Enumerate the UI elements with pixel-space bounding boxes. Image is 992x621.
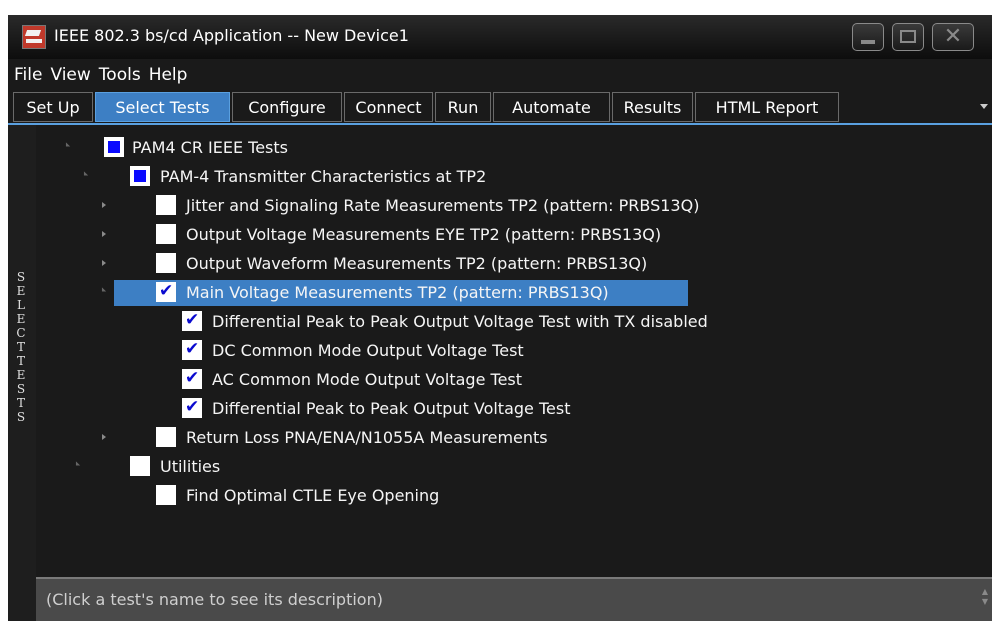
application-window: IEEE 802.3 bs/cd Application -- New Devi… bbox=[8, 15, 992, 621]
tree-item-diff-p2p-tx-disabled[interactable]: ✔ Differential Peak to Peak Output Volta… bbox=[36, 309, 956, 335]
app-logo-icon bbox=[22, 25, 46, 49]
checkmark-icon: ✔ bbox=[185, 310, 200, 330]
checkbox[interactable]: ✔ bbox=[182, 339, 202, 360]
checkbox[interactable] bbox=[156, 224, 176, 244]
tree-item-label: PAM4 CR IEEE Tests bbox=[132, 138, 288, 157]
tree-item-label: Utilities bbox=[160, 457, 221, 476]
tree-item-label: PAM-4 Transmitter Characteristics at TP2 bbox=[160, 167, 487, 186]
tree-item-dc-common-mode[interactable]: ✔ DC Common Mode Output Voltage Test bbox=[36, 338, 956, 364]
checkbox[interactable] bbox=[130, 456, 150, 476]
menu-tools[interactable]: Tools bbox=[99, 62, 141, 88]
menu-bar: File View Tools Help bbox=[8, 62, 992, 88]
expand-arrow-icon[interactable] bbox=[73, 461, 81, 468]
tree-item-pam4-cr-ieee-tests[interactable]: PAM4 CR IEEE Tests bbox=[36, 135, 956, 161]
collapse-arrow-icon[interactable] bbox=[102, 231, 106, 237]
checkbox[interactable]: ✔ bbox=[182, 397, 202, 418]
collapse-arrow-icon[interactable] bbox=[102, 202, 106, 208]
collapse-arrow-icon[interactable] bbox=[102, 260, 106, 266]
tab-automate[interactable]: Automate bbox=[493, 92, 610, 122]
checkbox[interactable] bbox=[156, 253, 176, 273]
tab-select-tests[interactable]: Select Tests bbox=[95, 92, 230, 122]
tree-item-label: Jitter and Signaling Rate Measurements T… bbox=[186, 196, 700, 215]
tab-bar: Set Up Select Tests Configure Connect Ru… bbox=[8, 90, 992, 123]
tree-item-diff-p2p[interactable]: ✔ Differential Peak to Peak Output Volta… bbox=[36, 396, 956, 422]
tree-item-label: Main Voltage Measurements TP2 (pattern: … bbox=[186, 283, 609, 302]
checkbox[interactable] bbox=[156, 195, 176, 215]
tree-item-label: Output Voltage Measurements EYE TP2 (pat… bbox=[186, 225, 662, 244]
minimize-icon bbox=[861, 40, 875, 44]
checkbox[interactable]: ✔ bbox=[182, 310, 202, 331]
maximize-button[interactable] bbox=[892, 23, 924, 51]
maximize-icon bbox=[900, 30, 916, 43]
collapse-arrow-icon[interactable] bbox=[102, 434, 106, 440]
window-title: IEEE 802.3 bs/cd Application -- New Devi… bbox=[54, 26, 409, 45]
side-panel-label: SELECT TESTS bbox=[16, 270, 29, 424]
description-scroll-arrows-icon[interactable]: ▲ ▼ bbox=[982, 587, 988, 607]
tree-item-label: AC Common Mode Output Voltage Test bbox=[212, 370, 523, 389]
tree-item-label: DC Common Mode Output Voltage Test bbox=[212, 341, 524, 360]
checkbox[interactable]: ✔ bbox=[156, 281, 176, 302]
expand-arrow-icon[interactable] bbox=[63, 142, 71, 149]
checkbox[interactable] bbox=[104, 137, 124, 157]
tree-item-jitter[interactable]: Jitter and Signaling Rate Measurements T… bbox=[36, 193, 956, 219]
test-tree: PAM4 CR IEEE Tests PAM-4 Transmitter Cha… bbox=[36, 123, 992, 577]
menu-file[interactable]: File bbox=[14, 62, 42, 88]
tree-item-label: Return Loss PNA/ENA/N1055A Measurements bbox=[186, 428, 548, 447]
tab-configure[interactable]: Configure bbox=[232, 92, 342, 122]
tab-overflow-arrow-icon[interactable] bbox=[980, 104, 988, 109]
tree-item-label: Differential Peak to Peak Output Voltage… bbox=[212, 312, 708, 331]
tab-set-up[interactable]: Set Up bbox=[13, 92, 93, 122]
tab-connect[interactable]: Connect bbox=[344, 92, 433, 122]
tree-item-find-ctle[interactable]: Find Optimal CTLE Eye Opening bbox=[36, 483, 956, 509]
menu-view[interactable]: View bbox=[50, 62, 90, 88]
title-bar[interactable]: IEEE 802.3 bs/cd Application -- New Devi… bbox=[8, 15, 992, 59]
tab-html-report[interactable]: HTML Report bbox=[695, 92, 839, 122]
side-panel: SELECT TESTS bbox=[8, 123, 37, 621]
minimize-button[interactable] bbox=[852, 23, 884, 51]
checkmark-icon: ✔ bbox=[185, 397, 200, 417]
tree-item-output-waveform[interactable]: Output Waveform Measurements TP2 (patter… bbox=[36, 251, 956, 277]
tree-item-pam4-transmitter[interactable]: PAM-4 Transmitter Characteristics at TP2 bbox=[36, 164, 956, 190]
menu-help[interactable]: Help bbox=[149, 62, 188, 88]
checkmark-icon: ✔ bbox=[185, 339, 200, 359]
close-icon: ✕ bbox=[943, 24, 963, 49]
tree-item-label: Output Waveform Measurements TP2 (patter… bbox=[186, 254, 648, 273]
checkbox[interactable]: ✔ bbox=[182, 368, 202, 389]
checkmark-icon: ✔ bbox=[185, 368, 200, 388]
expand-arrow-icon[interactable] bbox=[81, 171, 89, 178]
expand-arrow-icon[interactable] bbox=[99, 287, 107, 294]
tree-item-main-voltage[interactable]: ✔ Main Voltage Measurements TP2 (pattern… bbox=[36, 280, 956, 306]
close-button[interactable]: ✕ bbox=[932, 23, 974, 51]
tree-item-utilities[interactable]: Utilities bbox=[36, 454, 956, 480]
tree-item-return-loss[interactable]: Return Loss PNA/ENA/N1055A Measurements bbox=[36, 425, 956, 451]
checkbox[interactable] bbox=[156, 485, 176, 505]
tree-item-label: Find Optimal CTLE Eye Opening bbox=[186, 486, 440, 505]
tab-results[interactable]: Results bbox=[612, 92, 693, 122]
tree-item-output-voltage-eye[interactable]: Output Voltage Measurements EYE TP2 (pat… bbox=[36, 222, 956, 248]
description-text: (Click a test's name to see its descript… bbox=[46, 590, 383, 609]
checkbox[interactable] bbox=[156, 427, 176, 447]
checkmark-icon: ✔ bbox=[159, 281, 174, 301]
tree-item-ac-common-mode[interactable]: ✔ AC Common Mode Output Voltage Test bbox=[36, 367, 956, 393]
tree-item-label: Differential Peak to Peak Output Voltage… bbox=[212, 399, 571, 418]
checkbox[interactable] bbox=[130, 166, 150, 186]
tab-run[interactable]: Run bbox=[435, 92, 491, 122]
description-panel: (Click a test's name to see its descript… bbox=[36, 577, 992, 621]
